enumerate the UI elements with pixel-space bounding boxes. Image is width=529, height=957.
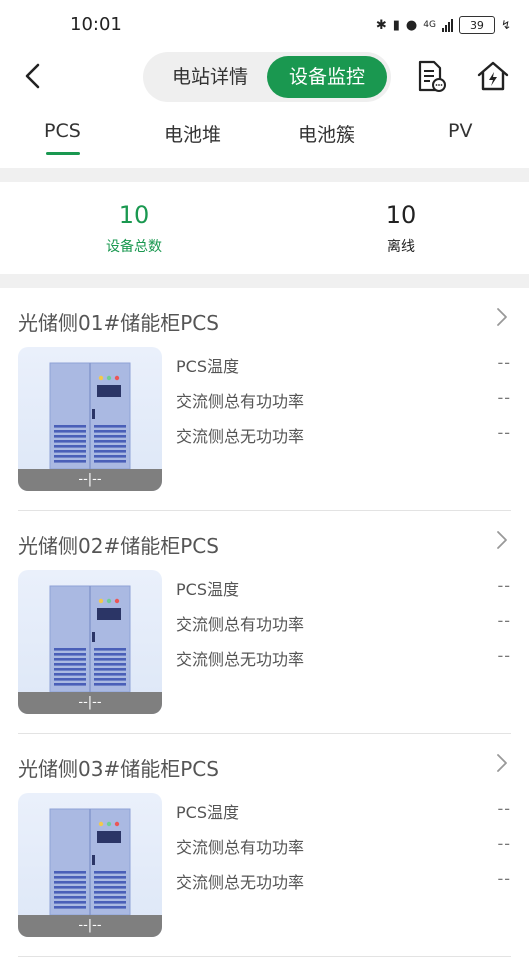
tab-pcs[interactable]: PCS — [44, 120, 81, 142]
metric-value: -- — [497, 646, 511, 665]
section-divider — [0, 168, 529, 182]
device-name: 光储侧03#储能柜PCS — [18, 757, 219, 781]
segment-station-detail[interactable]: 电站详情 — [155, 56, 265, 98]
metric-label: 交流侧总无功功率 — [176, 873, 305, 892]
total-devices-stat: 10 设备总数 — [34, 200, 234, 256]
signal-icon — [441, 18, 453, 32]
battery-level: 39 — [469, 18, 484, 32]
total-devices-label: 设备总数 — [106, 239, 162, 255]
total-devices-value: 10 — [118, 201, 150, 229]
metric-value: -- — [497, 353, 511, 372]
metric-label: 交流侧总有功功率 — [176, 615, 305, 634]
device-card[interactable]: 光储侧03#储能柜PCS --|-- PCS温度 -- 交流侧总有功功率 -- … — [0, 735, 529, 957]
device-type-tabs: PCS 电池堆 电池簇 PV — [0, 108, 529, 164]
metric-value: -- — [497, 388, 511, 407]
charging-icon: ↯ — [500, 18, 511, 32]
chevron-right-icon — [497, 531, 507, 549]
device-card[interactable]: 光储侧01#储能柜PCS --|-- PCS温度 -- 交流侧总有功功率 -- … — [0, 289, 529, 511]
bluetooth-icon: ✱ — [375, 17, 387, 33]
device-status: --|-- — [18, 469, 162, 491]
active-tab-indicator — [46, 152, 80, 155]
back-arrow-icon — [25, 63, 40, 89]
tab-battery-cluster[interactable]: 电池簇 — [298, 120, 355, 147]
report-button[interactable] — [412, 58, 448, 94]
chevron-right-icon — [497, 754, 507, 772]
metric-value: -- — [497, 423, 511, 442]
metric-label: PCS温度 — [176, 357, 239, 376]
metric-value: -- — [497, 799, 511, 818]
tab-pv[interactable]: PV — [448, 120, 472, 142]
status-icons: ✱ ▮ ● 4G 39 ↯ — [376, 15, 511, 35]
section-divider — [0, 274, 529, 288]
metric-value: -- — [497, 834, 511, 853]
document-list-icon — [418, 60, 446, 92]
chevron-right-icon — [497, 308, 507, 326]
battery-icon: 39 — [458, 16, 495, 34]
network-type: 4G — [423, 20, 436, 30]
home-lightning-icon — [477, 61, 509, 91]
device-name: 光储侧01#储能柜PCS — [18, 311, 219, 335]
cabinet-icon — [49, 585, 131, 692]
metric-label: 交流侧总无功功率 — [176, 427, 305, 446]
offline-value: 10 — [385, 201, 417, 229]
device-status: --|-- — [18, 692, 162, 714]
device-summary: 10 设备总数 10 离线 — [0, 182, 529, 274]
device-name: 光储侧02#储能柜PCS — [18, 534, 219, 558]
device-thumbnail: --|-- — [18, 570, 162, 714]
metric-label: 交流侧总有功功率 — [176, 392, 305, 411]
device-thumbnail: --|-- — [18, 347, 162, 491]
view-switcher: 电站详情 设备监控 — [143, 52, 391, 102]
offline-stat: 10 离线 — [301, 200, 501, 256]
offline-label: 离线 — [387, 239, 415, 255]
device-status: --|-- — [18, 915, 162, 937]
home-power-button[interactable] — [475, 58, 511, 94]
metric-value: -- — [497, 611, 511, 630]
cabinet-icon — [49, 362, 131, 469]
card-divider — [18, 510, 511, 511]
status-time: 10:01 — [70, 14, 122, 35]
metric-value: -- — [497, 869, 511, 888]
metric-value: -- — [497, 576, 511, 595]
segment-device-monitor[interactable]: 设备监控 — [267, 56, 387, 98]
device-thumbnail: --|-- — [18, 793, 162, 937]
tab-battery-stack[interactable]: 电池堆 — [164, 120, 221, 147]
status-bar: 10:01 ✱ ▮ ● 4G 39 ↯ — [0, 0, 529, 48]
device-card[interactable]: 光储侧02#储能柜PCS --|-- PCS温度 -- 交流侧总有功功率 -- … — [0, 512, 529, 734]
metric-label: PCS温度 — [176, 580, 239, 599]
header: 电站详情 设备监控 — [0, 48, 529, 106]
metric-label: 交流侧总无功功率 — [176, 650, 305, 669]
back-button[interactable] — [18, 60, 50, 92]
metric-label: 交流侧总有功功率 — [176, 838, 305, 857]
card-divider — [18, 733, 511, 734]
wifi-icon: ● — [405, 17, 418, 33]
vibrate-icon: ▮ — [392, 17, 400, 33]
cabinet-icon — [49, 808, 131, 915]
metric-label: PCS温度 — [176, 803, 239, 822]
